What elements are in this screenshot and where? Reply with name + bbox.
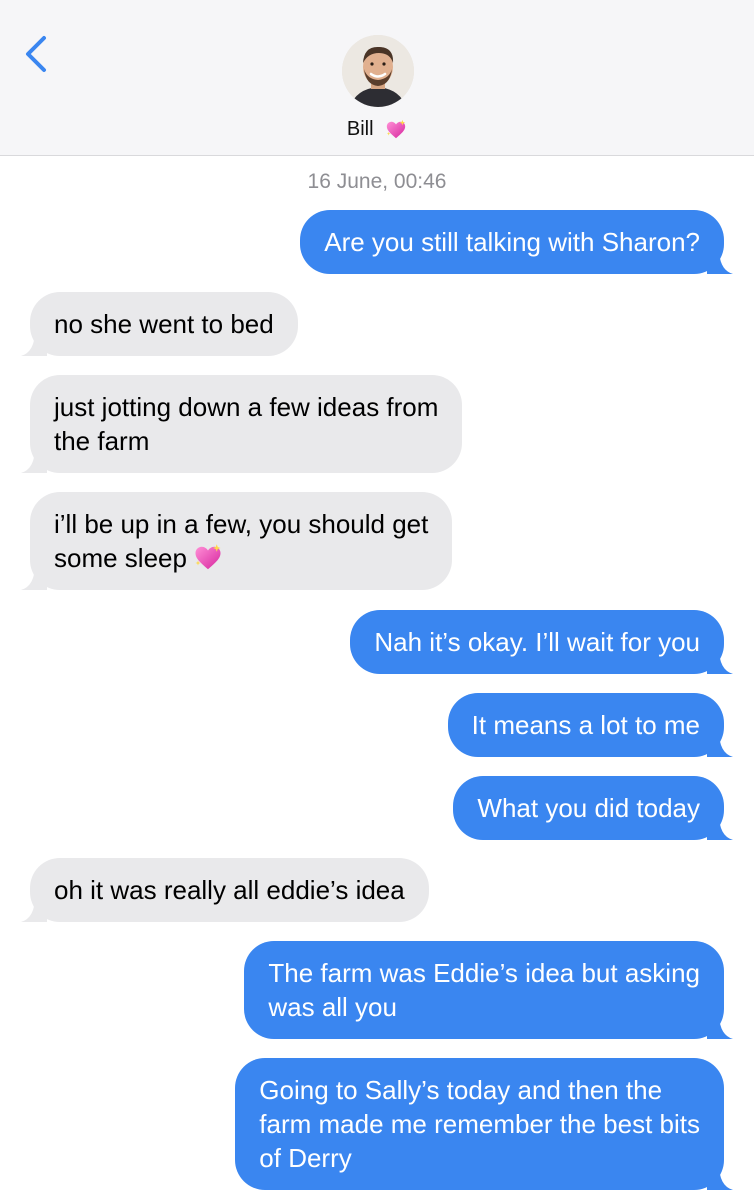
outgoing-message[interactable]: Are you still talking with Sharon? bbox=[300, 210, 733, 274]
contact-photo bbox=[342, 35, 414, 107]
message-text: It means a lot to me bbox=[471, 710, 700, 740]
avatar[interactable] bbox=[342, 35, 414, 107]
incoming-message[interactable]: i’ll be up in a few, you should get some… bbox=[21, 492, 453, 590]
outgoing-message[interactable]: What you did today bbox=[453, 776, 733, 840]
bubble-tail bbox=[707, 1013, 733, 1039]
message-text: What you did today bbox=[477, 793, 700, 823]
message-text-line: of Derry bbox=[259, 1143, 352, 1173]
message-text-line: was all you bbox=[268, 992, 397, 1022]
message-text-line: just jotting down a few ideas from bbox=[54, 392, 439, 422]
message-text: Are you still talking with Sharon? bbox=[324, 227, 700, 257]
message-text-line: farm made me remember the best bits bbox=[259, 1109, 700, 1139]
bubble-tail bbox=[707, 814, 733, 840]
incoming-message[interactable]: oh it was really all eddie’s idea bbox=[21, 858, 429, 922]
message-text: Nah it’s okay. I’ll wait for you bbox=[374, 627, 700, 657]
bubble-tail bbox=[21, 330, 47, 356]
message-text-line: some sleep bbox=[54, 543, 187, 573]
contact-name: Bill bbox=[346, 118, 374, 141]
messages-screen: Bill 16 June, 00:46 Are you still talkin… bbox=[0, 0, 754, 1200]
sparkling-heart-icon bbox=[385, 119, 407, 141]
bubble-tail bbox=[707, 731, 733, 757]
chevron-left-icon bbox=[26, 36, 46, 72]
bubble-tail bbox=[21, 447, 47, 473]
message-text-line: the farm bbox=[54, 426, 150, 456]
bubble-tail bbox=[707, 1164, 733, 1190]
conversation-header: Bill bbox=[0, 0, 754, 156]
outgoing-message[interactable]: It means a lot to me bbox=[447, 693, 733, 757]
outgoing-message[interactable]: Nah it’s okay. I’ll wait for you bbox=[350, 610, 733, 674]
bubble-tail bbox=[707, 248, 733, 274]
message-timestamp: 16 June, 00:46 bbox=[307, 170, 447, 193]
message-text-line: Going to Sally’s today and then the bbox=[259, 1075, 663, 1105]
back-button[interactable] bbox=[22, 34, 52, 74]
outgoing-message[interactable]: Going to Sally’s today and then the farm… bbox=[235, 1058, 733, 1190]
incoming-message[interactable]: just jotting down a few ideas from the f… bbox=[21, 375, 463, 473]
bubble-tail bbox=[21, 896, 47, 922]
contact-name-row[interactable]: Bill bbox=[0, 118, 754, 141]
message-text-line: i’ll be up in a few, you should get bbox=[54, 509, 429, 539]
message-text-line: The farm was Eddie’s idea but asking bbox=[268, 958, 700, 988]
sparkling-heart-icon bbox=[193, 543, 223, 573]
message-text: no she went to bed bbox=[54, 309, 274, 339]
message-text: oh it was really all eddie’s idea bbox=[54, 875, 405, 905]
outgoing-message[interactable]: The farm was Eddie’s idea but asking was… bbox=[244, 941, 733, 1039]
bubble-tail bbox=[21, 564, 47, 590]
incoming-message[interactable]: no she went to bed bbox=[21, 292, 298, 356]
bubble-tail bbox=[707, 648, 733, 674]
